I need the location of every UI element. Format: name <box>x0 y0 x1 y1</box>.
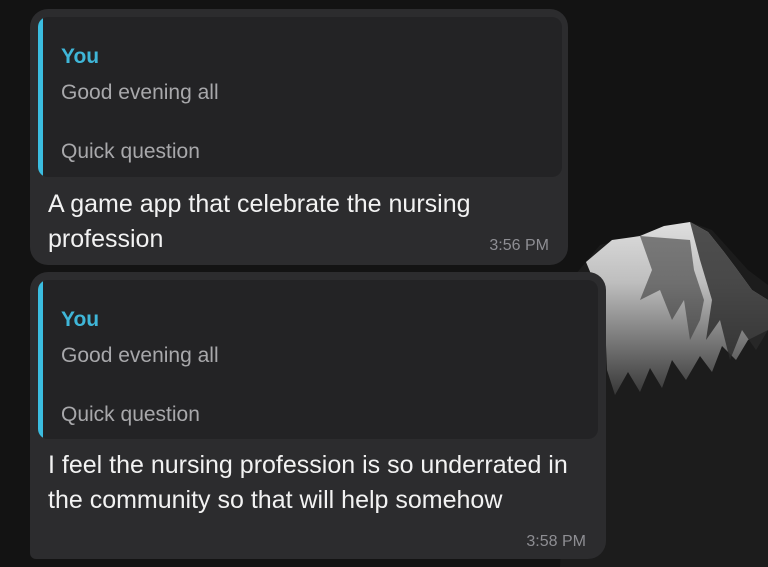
message-timestamp: 3:56 PM <box>489 237 549 254</box>
quote-text-line: Quick question <box>61 140 200 163</box>
quote-author: You <box>61 45 100 68</box>
quote-text-line: Quick question <box>61 403 200 426</box>
quote-author: You <box>61 308 100 331</box>
quote-text-line: Good evening all <box>61 344 219 367</box>
quote-accent-bar <box>38 280 43 439</box>
message-text: I feel the nursing profession is so unde… <box>48 451 568 514</box>
message-bubble[interactable]: You Good evening all Quick question I fe… <box>30 272 606 559</box>
quote-text-line: Good evening all <box>61 81 219 104</box>
quote-accent-bar <box>38 17 43 177</box>
reply-quote[interactable]: You Good evening all Quick question <box>38 17 562 177</box>
message-timestamp: 3:58 PM <box>526 533 586 550</box>
message-bubble[interactable]: You Good evening all Quick question A ga… <box>30 9 568 265</box>
message-text: A game app that celebrate the nursing pr… <box>48 190 471 253</box>
reply-quote[interactable]: You Good evening all Quick question <box>38 280 598 439</box>
